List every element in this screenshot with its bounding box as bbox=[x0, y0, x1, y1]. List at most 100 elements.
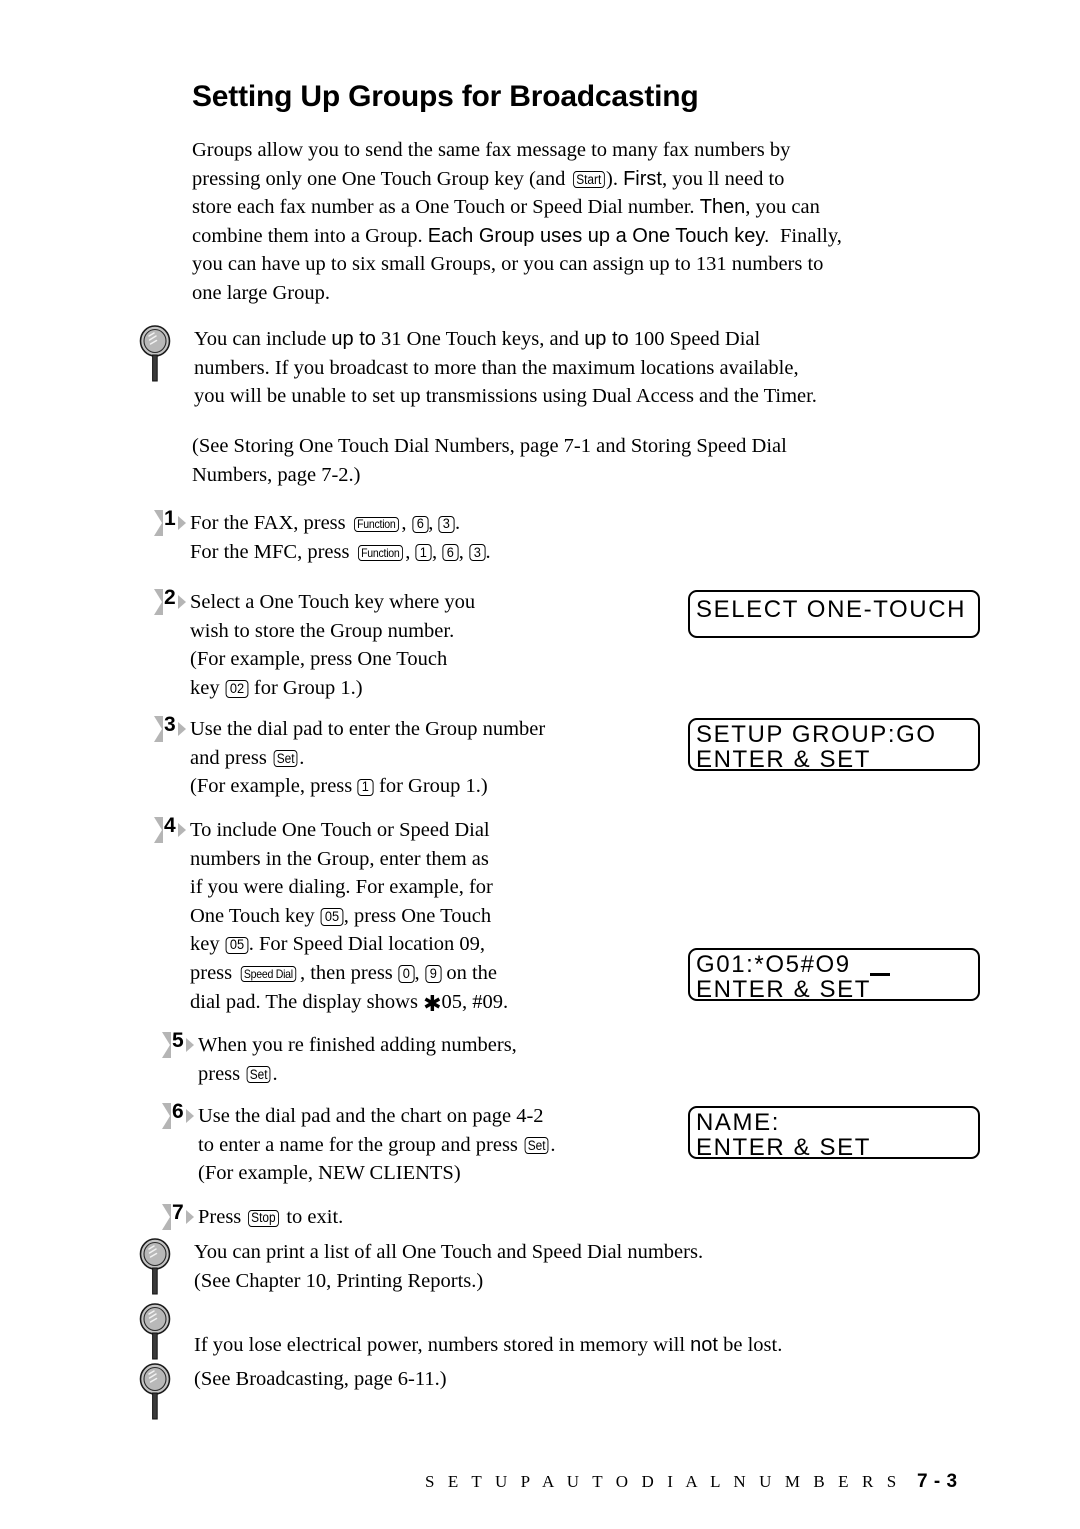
lcd-line-2: ENTER & SET bbox=[696, 746, 871, 773]
digit-key-3-glyph[interactable]: 3 bbox=[438, 515, 455, 533]
step-4-line-5: key 05. For Speed Dial location 09, bbox=[190, 933, 486, 956]
lcd-line-2: ENTER & SET bbox=[696, 976, 871, 1003]
lcd-line-1: NAME: bbox=[696, 1109, 781, 1136]
step-4-line-3: if you were dialing. For example, for bbox=[190, 876, 493, 899]
lcd-cursor-icon bbox=[870, 973, 890, 976]
start-key-glyph[interactable]: Start bbox=[572, 171, 604, 189]
set-key-glyph[interactable]: Set bbox=[524, 1137, 549, 1155]
step-1-line-2: For the MFC, press Function, 1, 6, 3. bbox=[190, 540, 491, 563]
lcd-line-1: SELECT ONE-TOUCH bbox=[696, 596, 967, 623]
intro-line-1: Groups allow you to send the same fax me… bbox=[192, 139, 791, 161]
step-number-4: 4 bbox=[164, 814, 176, 837]
one-touch-key-05-glyph[interactable]: 05 bbox=[320, 908, 344, 926]
intro-line-5: you can have up to six small Groups, or … bbox=[192, 253, 824, 276]
note-bottom-1-line-1: You can print a list of all One Touch an… bbox=[194, 1241, 704, 1263]
note-bottom-2-line-1: If you lose electrical power, numbers st… bbox=[194, 1334, 783, 1356]
step-1-line-1: For the FAX, press Function, 6, 3. bbox=[190, 512, 461, 534]
note-bottom-1-line-2: (See Chapter 10, Printing Reports.) bbox=[194, 1269, 484, 1292]
intro-overlap-finally: Finally, bbox=[780, 224, 842, 247]
set-key-glyph[interactable]: Set bbox=[273, 750, 298, 768]
note-bottom-2-text: If you lose electrical power, numbers st… bbox=[194, 1331, 1024, 1360]
note-bottom-3-text: (See Broadcasting, page 6-11.) bbox=[194, 1365, 1024, 1394]
step-3-line-3: (For example, press 1 for Group 1.) bbox=[190, 775, 488, 798]
note-top-text: You can include up to 31 One Touch keys,… bbox=[194, 325, 1024, 411]
digit-key-6-glyph[interactable]: 6 bbox=[442, 544, 459, 562]
see-reference-line-1: (See Storing One Touch Dial Numbers, pag… bbox=[192, 435, 787, 457]
step-7-line-1: Press Stop to exit. bbox=[198, 1206, 344, 1228]
page-footer: S E T U P A U T O D I A L N U M B E R S … bbox=[0, 1471, 1080, 1502]
intro-line-3: store each fax number as a One Touch or … bbox=[192, 196, 820, 219]
step-4-line-4: One Touch key 05, press One Touch bbox=[190, 904, 492, 927]
intro-paragraph: Groups allow you to send the same fax me… bbox=[192, 136, 992, 308]
step-marker-6: 6 bbox=[160, 1100, 202, 1130]
step-number-6: 6 bbox=[172, 1100, 184, 1123]
footer-chapter-label: S E T U P A U T O D I A L N U M B E R S bbox=[425, 1472, 901, 1491]
step-number-1: 1 bbox=[164, 507, 176, 530]
lcd-group-entry: G01:*O5#O9 ENTER & SET bbox=[688, 948, 980, 1003]
function-key-glyph[interactable]: Function bbox=[353, 516, 399, 533]
step-marker-1: 1 bbox=[152, 507, 194, 537]
step-5-line-2: press Set. bbox=[198, 1062, 278, 1085]
note-top-line-2: numbers. If you broadcast to more than t… bbox=[194, 356, 799, 379]
lcd-name-entry: NAME: ENTER & SET bbox=[688, 1106, 980, 1161]
digit-key-9-glyph[interactable]: 9 bbox=[425, 965, 441, 983]
magnifier-icon bbox=[139, 1238, 171, 1295]
step-5-content: When you re finished adding numbers, pre… bbox=[198, 1031, 718, 1088]
stop-key-glyph[interactable]: Stop bbox=[248, 1209, 280, 1227]
magnifier-icon bbox=[139, 325, 171, 382]
step-marker-2: 2 bbox=[152, 586, 194, 616]
step-1-content: For the FAX, press Function, 6, 3. For t… bbox=[190, 509, 710, 566]
one-touch-key-02-glyph[interactable]: 02 bbox=[225, 680, 249, 698]
digit-key-1-glyph[interactable]: 1 bbox=[357, 778, 374, 796]
magnifier-icon bbox=[139, 1363, 171, 1420]
set-key-glyph[interactable]: Set bbox=[246, 1066, 271, 1084]
document-page: Setting Up Groups for Broadcasting Group… bbox=[0, 0, 1080, 1529]
lcd-select-one-touch: SELECT ONE-TOUCH bbox=[688, 590, 980, 638]
step-number-7: 7 bbox=[172, 1201, 184, 1224]
speed-dial-key-glyph[interactable]: Speed Dial bbox=[241, 966, 297, 983]
see-reference: (See Storing One Touch Dial Numbers, pag… bbox=[192, 432, 1022, 489]
digit-key-6-glyph[interactable]: 6 bbox=[412, 515, 428, 533]
lcd-setup-group-go: SETUP GROUP:GO ENTER & SET bbox=[688, 718, 980, 773]
digit-key-0-glyph[interactable]: 0 bbox=[398, 965, 415, 983]
digit-key-1-glyph[interactable]: 1 bbox=[415, 544, 432, 562]
intro-line-4: combine them into a Group. Each Group us… bbox=[192, 222, 992, 251]
step-marker-5: 5 bbox=[160, 1029, 202, 1059]
step-4-line-6: press Speed Dial, then press 0, 9 on the bbox=[190, 961, 497, 984]
step-4-line-7: dial pad. The display shows ✱05, #09. bbox=[190, 990, 509, 1016]
note-bottom-1-text: You can print a list of all One Touch an… bbox=[194, 1238, 1024, 1295]
step-2-line-1: Select a One Touch key where you bbox=[190, 591, 476, 613]
lcd-line-1: G01:*O5#O9 bbox=[696, 951, 851, 978]
step-marker-7: 7 bbox=[160, 1201, 202, 1231]
step-6-line-3: (For example, NEW CLIENTS) bbox=[198, 1162, 461, 1185]
step-4-content: To include One Touch or Speed Dial numbe… bbox=[190, 816, 710, 1016]
see-reference-line-2: Numbers, page 7-2.) bbox=[192, 463, 361, 486]
step-7-content: Press Stop to exit. bbox=[198, 1203, 718, 1232]
step-4-line-2: numbers in the Group, enter them as bbox=[190, 847, 489, 870]
function-key-glyph[interactable]: Function bbox=[357, 545, 403, 561]
step-2-content: Select a One Touch key where you wish to… bbox=[190, 588, 710, 702]
step-2-line-3: (For example, press One Touch bbox=[190, 648, 448, 671]
note-top-line-1: You can include up to 31 One Touch keys,… bbox=[194, 328, 761, 350]
step-2-line-2: wish to store the Group number. bbox=[190, 619, 455, 642]
step-number-2: 2 bbox=[164, 586, 176, 609]
step-2-line-4: key 02 for Group 1.) bbox=[190, 676, 363, 699]
one-touch-key-05-glyph[interactable]: 05 bbox=[225, 936, 249, 955]
step-number-5: 5 bbox=[172, 1029, 184, 1052]
footer-page-number: 7 - 3 bbox=[917, 1471, 958, 1492]
page-title: Setting Up Groups for Broadcasting bbox=[192, 80, 699, 113]
step-marker-4: 4 bbox=[152, 814, 194, 844]
lcd-line-1: SETUP GROUP:GO bbox=[696, 721, 937, 748]
note-top-line-3: you will be unable to set up transmissio… bbox=[194, 385, 817, 408]
step-5-line-1: When you re finished adding numbers, bbox=[198, 1034, 517, 1056]
digit-key-3-glyph[interactable]: 3 bbox=[469, 544, 486, 562]
asterisk-glyph: ✱ bbox=[423, 990, 442, 1016]
note-bottom-3-line-1: (See Broadcasting, page 6-11.) bbox=[194, 1368, 447, 1390]
step-marker-3: 3 bbox=[152, 713, 194, 743]
lcd-line-2: ENTER & SET bbox=[696, 1134, 871, 1161]
intro-line-6: one large Group. bbox=[192, 281, 330, 304]
step-4-line-1: To include One Touch or Speed Dial bbox=[190, 819, 490, 841]
magnifier-icon bbox=[139, 1303, 171, 1360]
step-number-3: 3 bbox=[164, 713, 176, 736]
intro-line-2: pressing only one One Touch Group key (a… bbox=[192, 167, 785, 190]
